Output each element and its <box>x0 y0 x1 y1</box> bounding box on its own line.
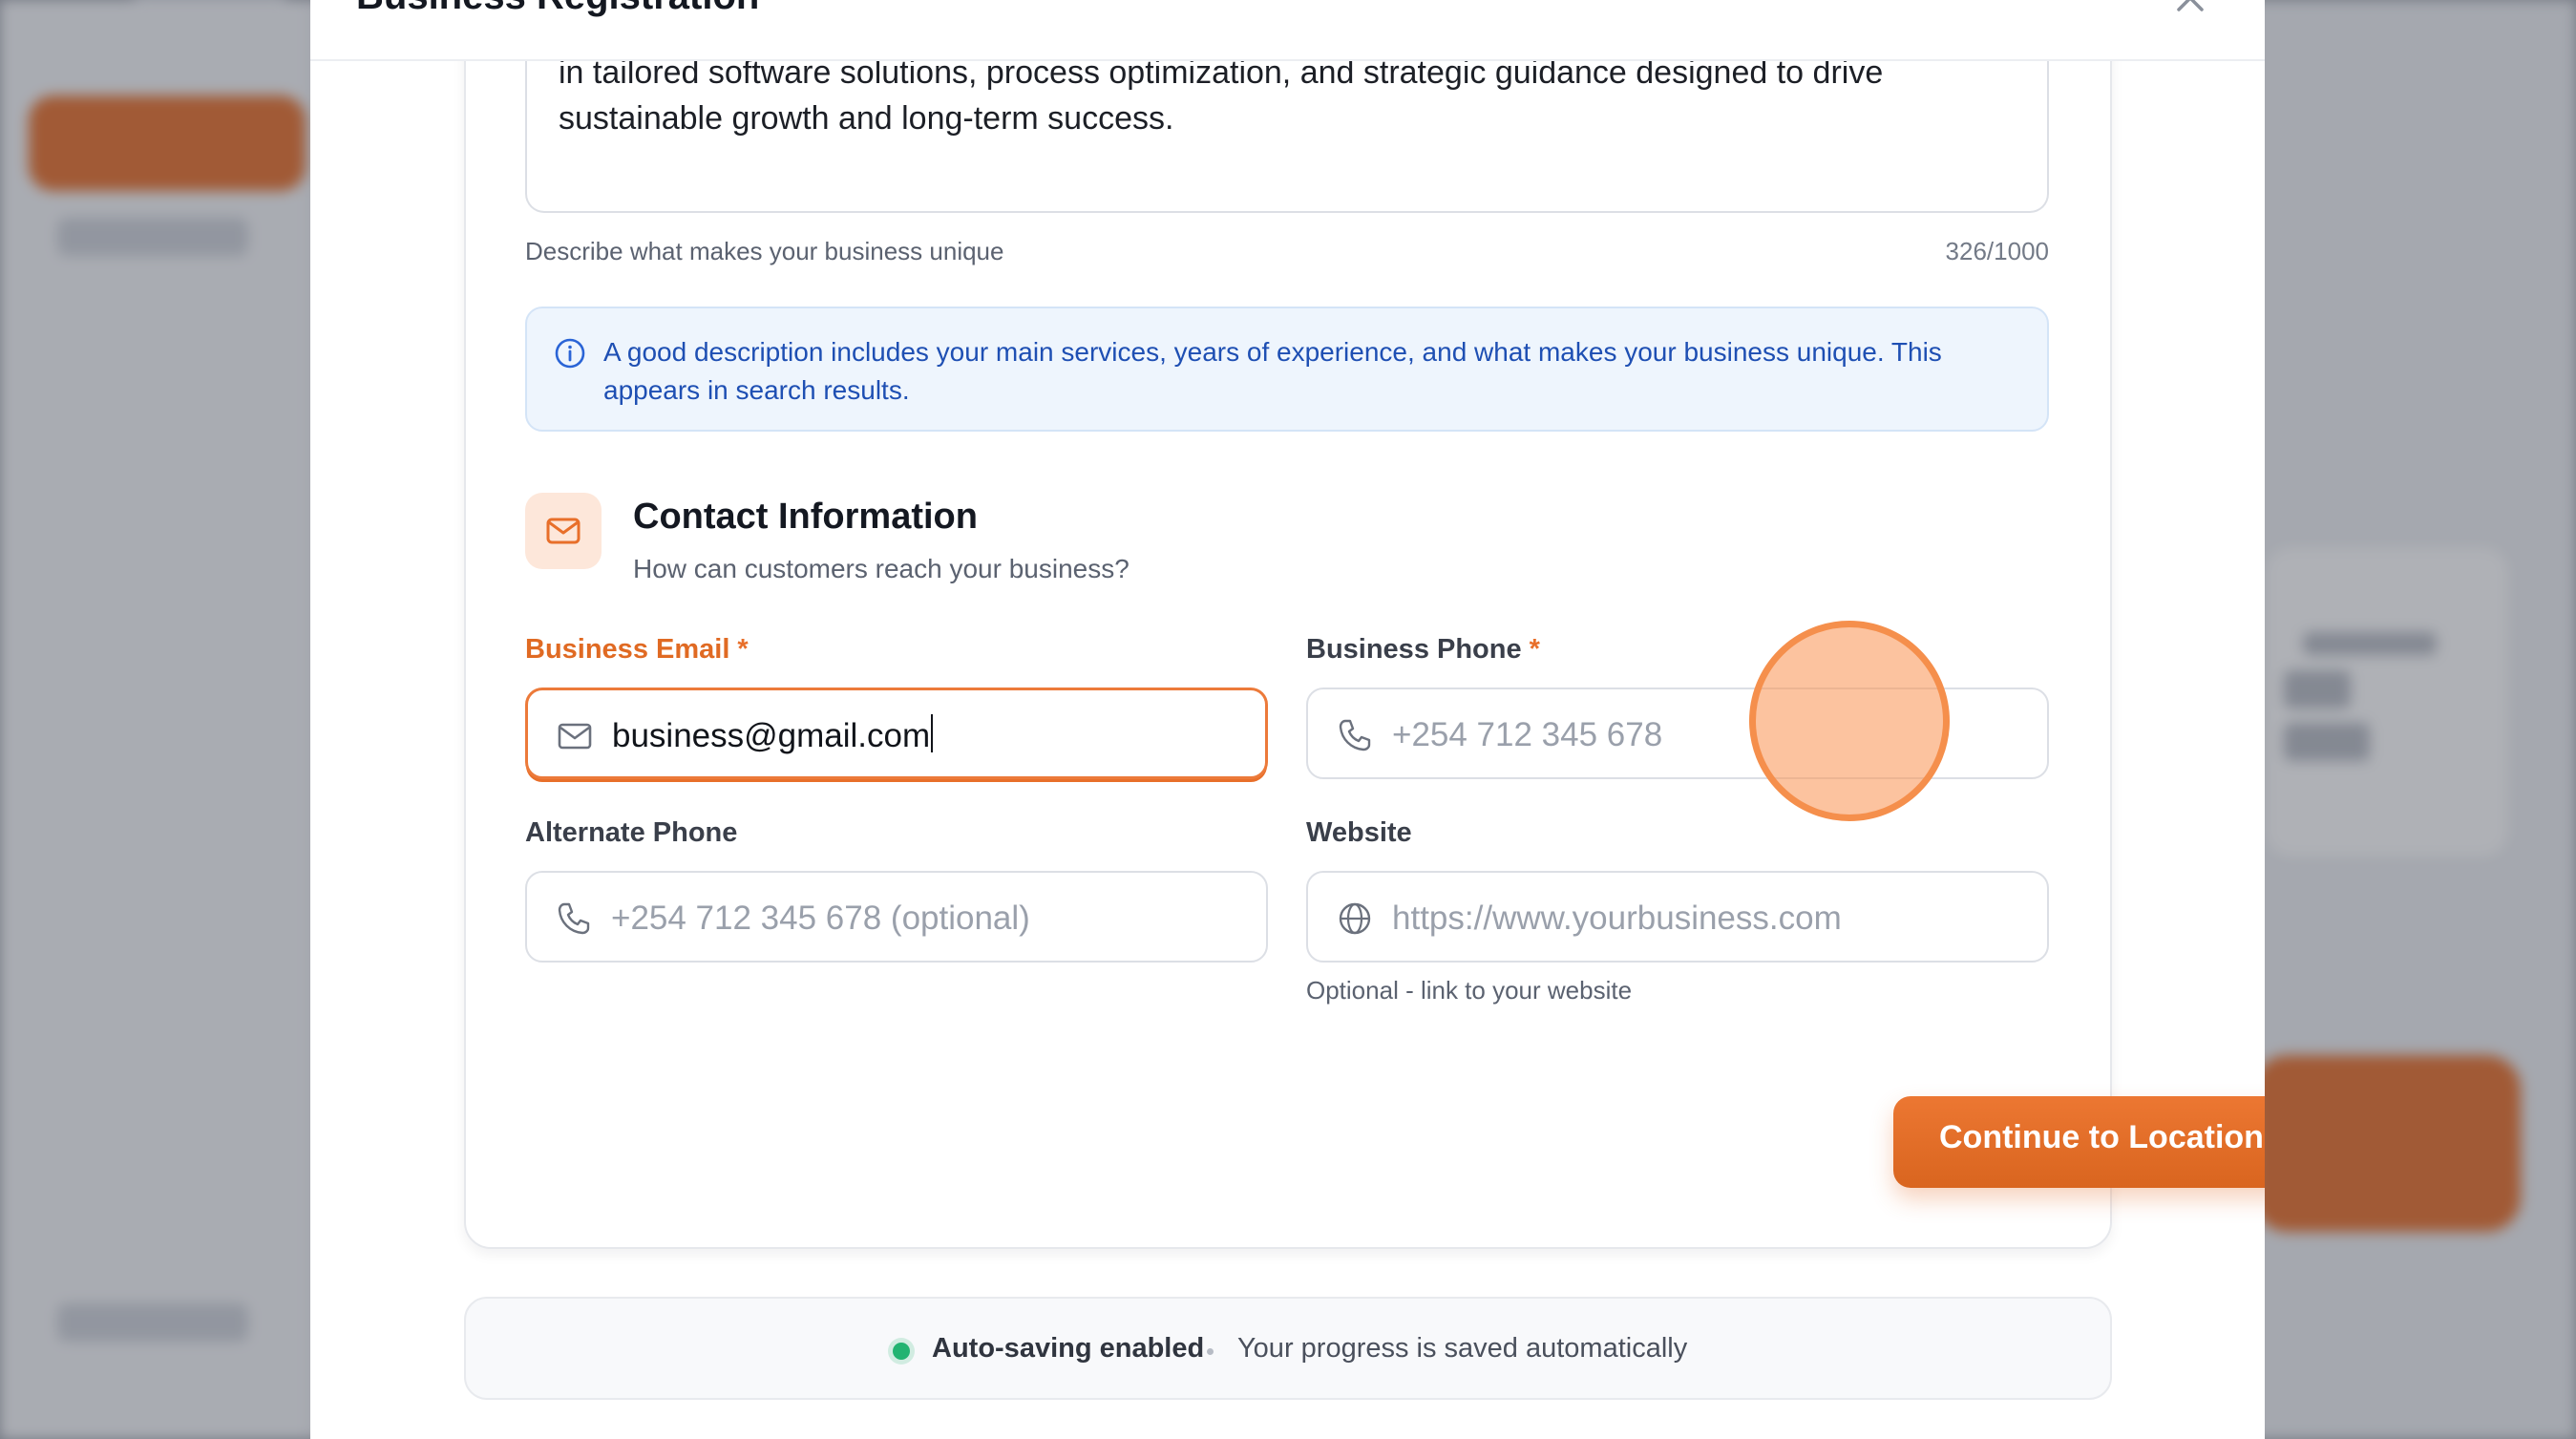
business-email-label: Business Email * <box>525 634 749 665</box>
business-phone-placeholder: +254 712 345 678 <box>1392 716 1663 753</box>
alternate-phone-placeholder: +254 712 345 678 (optional) <box>611 899 1030 937</box>
info-icon <box>555 338 585 369</box>
click-indicator <box>1749 621 1950 821</box>
modal-header: Business Registration <box>310 0 2265 61</box>
continue-button-label: Continue to Location <box>1939 1119 2264 1155</box>
website-field[interactable]: https://www.yourbusiness.com <box>1306 871 2049 963</box>
website-label: Website <box>1306 817 1412 848</box>
close-icon[interactable] <box>2173 0 2207 15</box>
contact-section-icon <box>525 493 602 569</box>
business-email-field[interactable]: business@gmail.com <box>525 688 1268 779</box>
globe-icon <box>1339 902 1371 935</box>
mail-icon <box>546 518 581 544</box>
autosave-status-dot <box>893 1343 910 1360</box>
info-callout: A good description includes your main se… <box>525 307 2049 432</box>
description-hint: Describe what makes your business unique <box>525 237 1004 265</box>
business-phone-label: Business Phone * <box>1306 634 1540 665</box>
contact-section-subtitle: How can customers reach your business? <box>633 554 1130 583</box>
registration-modal: Business Registration in tailored softwa… <box>310 0 2265 1439</box>
autosave-message: Your progress is saved automatically <box>1237 1333 1688 1364</box>
mail-icon <box>558 723 592 750</box>
contact-section-title: Contact Information <box>633 497 978 537</box>
autosave-status: Auto-saving enabled <box>932 1333 1205 1364</box>
info-text: A good description includes your main se… <box>603 337 1942 405</box>
website-hint: Optional - link to your website <box>1306 976 1633 1005</box>
alternate-phone-field[interactable]: +254 712 345 678 (optional) <box>525 871 1268 963</box>
alternate-phone-label: Alternate Phone <box>525 817 738 848</box>
phone-icon <box>1339 719 1371 751</box>
business-email-value: business@gmail.com <box>612 713 933 759</box>
website-placeholder: https://www.yourbusiness.com <box>1392 899 1842 937</box>
continue-to-location-button[interactable]: Continue to Location <box>1893 1096 2265 1188</box>
autosave-separator <box>1207 1348 1214 1355</box>
description-counter: 326/1000 <box>1945 237 2049 265</box>
autosave-bar: Auto-saving enabled Your progress is sav… <box>464 1297 2112 1400</box>
description-text: in tailored software solutions, process … <box>559 54 1884 137</box>
modal-title: Business Registration <box>356 0 759 18</box>
phone-icon <box>558 902 590 935</box>
